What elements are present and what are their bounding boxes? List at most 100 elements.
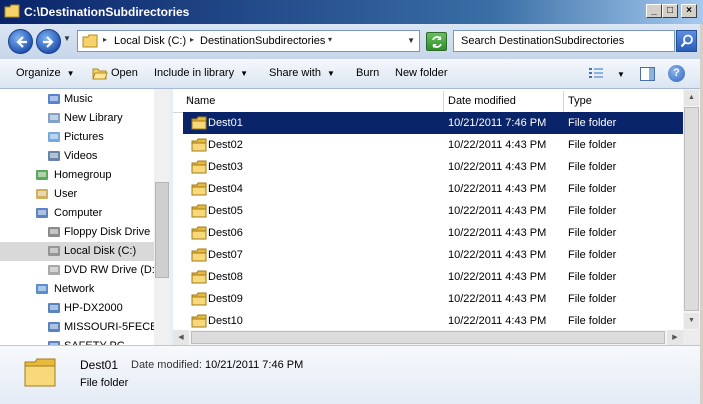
column-type-label: Type [568, 95, 592, 107]
file-row[interactable]: Dest09 10/22/2011 4:43 PM File folder [183, 288, 683, 310]
file-name: Dest02 [208, 139, 243, 151]
folder-icon [191, 226, 207, 240]
folder-icon [4, 4, 20, 18]
search-placeholder: Search DestinationSubdirectories [461, 35, 625, 47]
file-row[interactable]: Dest04 10/22/2011 4:43 PM File folder [183, 178, 683, 200]
file-name: Dest10 [208, 315, 243, 327]
include-in-library-button[interactable]: Include in library ▼ [154, 67, 248, 79]
file-row[interactable]: Dest05 10/22/2011 4:43 PM File folder [183, 200, 683, 222]
sidebar-item-floppy-disk-drive[interactable]: Floppy Disk Drive ( [0, 223, 157, 242]
organize-label: Organize [16, 67, 61, 79]
search-input[interactable]: Search DestinationSubdirectories [453, 30, 675, 52]
address-dropdown-icon[interactable]: ▼ [407, 36, 415, 45]
sidebar-item-dvd-rw-drive-d[interactable]: DVD RW Drive (D:) [0, 261, 159, 280]
file-date-modified: 10/22/2011 4:43 PM [448, 161, 547, 173]
file-row[interactable]: Dest07 10/22/2011 4:43 PM File folder [183, 244, 683, 266]
navigation-pane: Music New Library Pictures Videos Homegroup U… [0, 89, 170, 345]
file-name: Dest04 [208, 183, 243, 195]
column-type[interactable]: Type [564, 91, 683, 113]
breadcrumb-destination[interactable]: DestinationSubdirectories [200, 35, 325, 47]
file-name: Dest06 [208, 227, 243, 239]
close-button[interactable]: × [681, 4, 697, 18]
address-bar[interactable]: ▸ Local Disk (C:) ▸ DestinationSubdirect… [77, 30, 420, 52]
breadcrumb-local-disk[interactable]: Local Disk (C:) [114, 35, 186, 47]
views-dropdown-icon[interactable]: ▼ [617, 70, 625, 79]
sidebar-item-hp-dx2000[interactable]: HP-DX2000 [0, 299, 154, 318]
file-row[interactable]: Dest03 10/22/2011 4:43 PM File folder [183, 156, 683, 178]
vertical-scrollbar[interactable]: ▲ ▼ [683, 89, 700, 330]
details-name: Dest01 [80, 358, 119, 372]
maximize-button[interactable]: □ [662, 4, 678, 18]
sidebar-item-safety-pc[interactable]: SAFETY-PC [0, 337, 154, 345]
views-icon[interactable] [588, 67, 604, 80]
vertical-scroll-thumb[interactable] [684, 107, 699, 311]
share-with-button[interactable]: Share with ▼ [269, 67, 335, 79]
navigation-scroll-thumb[interactable] [155, 182, 169, 278]
details-type: File folder [80, 377, 129, 389]
horizontal-scrollbar[interactable]: ◀ ▶ [173, 330, 683, 345]
large-folder-icon [24, 358, 56, 387]
title-bar[interactable]: C:\DestinationSubdirectories _ □ × [0, 0, 703, 24]
network-icon [34, 282, 50, 297]
refresh-button[interactable] [426, 32, 447, 51]
sidebar-item-label: Videos [64, 150, 98, 162]
breadcrumb-arrow-icon[interactable]: ▸ [190, 35, 194, 44]
sidebar-item-network[interactable]: Network [0, 280, 154, 299]
file-type: File folder [568, 271, 617, 283]
file-row[interactable]: Dest01 10/21/2011 7:46 PM File folder [183, 112, 683, 134]
recent-pages-dropdown[interactable]: ▼ [63, 34, 71, 43]
sidebar-item-computer[interactable]: Computer [0, 204, 154, 223]
scroll-down-arrow[interactable]: ▼ [684, 313, 699, 329]
folder-icon [191, 270, 207, 284]
minimize-button[interactable]: _ [646, 4, 662, 18]
search-button[interactable] [676, 30, 697, 52]
sidebar-item-pictures[interactable]: Pictures [0, 128, 154, 147]
sidebar-item-missouri-5fecbc[interactable]: MISSOURI-5FECBC [0, 318, 165, 337]
back-arrow-icon [16, 36, 27, 48]
column-name[interactable]: Name ▲ [173, 91, 444, 113]
scroll-up-arrow[interactable]: ▲ [684, 90, 699, 106]
command-bar: Organize ▼ Open Include in library ▼ Share… [0, 59, 703, 89]
file-type: File folder [568, 249, 617, 261]
file-name: Dest01 [208, 117, 243, 129]
details-modified-value: 10/21/2011 7:46 PM [205, 359, 304, 371]
sidebar-item-user[interactable]: User [0, 185, 154, 204]
user-icon [34, 187, 50, 202]
sidebar-item-label: Pictures [64, 131, 104, 143]
breadcrumb-arrow-icon[interactable]: ▾ [328, 35, 332, 44]
preview-pane-icon[interactable] [640, 67, 655, 81]
file-row[interactable]: Dest02 10/22/2011 4:43 PM File folder [183, 134, 683, 156]
breadcrumb-arrow-icon[interactable]: ▸ [103, 35, 107, 44]
address-row: ▼ ▸ Local Disk (C:) ▸ DestinationSubdire… [0, 24, 703, 59]
column-date-modified[interactable]: Date modified [444, 91, 564, 113]
scroll-right-arrow[interactable]: ▶ [667, 330, 683, 345]
new-folder-button[interactable]: New folder [395, 67, 448, 79]
forward-button[interactable] [36, 29, 61, 54]
file-name: Dest09 [208, 293, 243, 305]
horizontal-scroll-thumb[interactable] [191, 331, 665, 344]
burn-button[interactable]: Burn [356, 67, 379, 79]
back-button[interactable] [8, 29, 33, 54]
chevron-down-icon: ▼ [240, 69, 249, 78]
pictures-icon [46, 130, 62, 145]
help-icon[interactable]: ? [668, 65, 685, 82]
sidebar-item-new-library[interactable]: New Library [0, 109, 154, 128]
file-row[interactable]: Dest08 10/22/2011 4:43 PM File folder [183, 266, 683, 288]
sidebar-item-videos[interactable]: Videos [0, 147, 154, 166]
file-name: Dest05 [208, 205, 243, 217]
file-date-modified: 10/22/2011 4:43 PM [448, 249, 547, 261]
scroll-left-arrow[interactable]: ◀ [173, 330, 189, 345]
navigation-scrollbar[interactable] [154, 89, 170, 345]
sidebar-item-homegroup[interactable]: Homegroup [0, 166, 154, 185]
open-button[interactable]: Open [111, 67, 138, 79]
file-row[interactable]: Dest06 10/22/2011 4:43 PM File folder [183, 222, 683, 244]
homegroup-icon [34, 168, 50, 183]
column-header: Name ▲ Date modified Type [173, 91, 683, 113]
music-icon [46, 92, 62, 107]
open-folder-icon [92, 68, 108, 80]
organize-button[interactable]: Organize ▼ [16, 67, 75, 79]
file-row[interactable]: Dest10 10/22/2011 4:43 PM File folder [183, 310, 683, 332]
dvd-icon [46, 263, 62, 278]
sidebar-item-local-disk-c[interactable]: Local Disk (C:) [0, 242, 154, 261]
sidebar-item-music[interactable]: Music [0, 90, 154, 109]
